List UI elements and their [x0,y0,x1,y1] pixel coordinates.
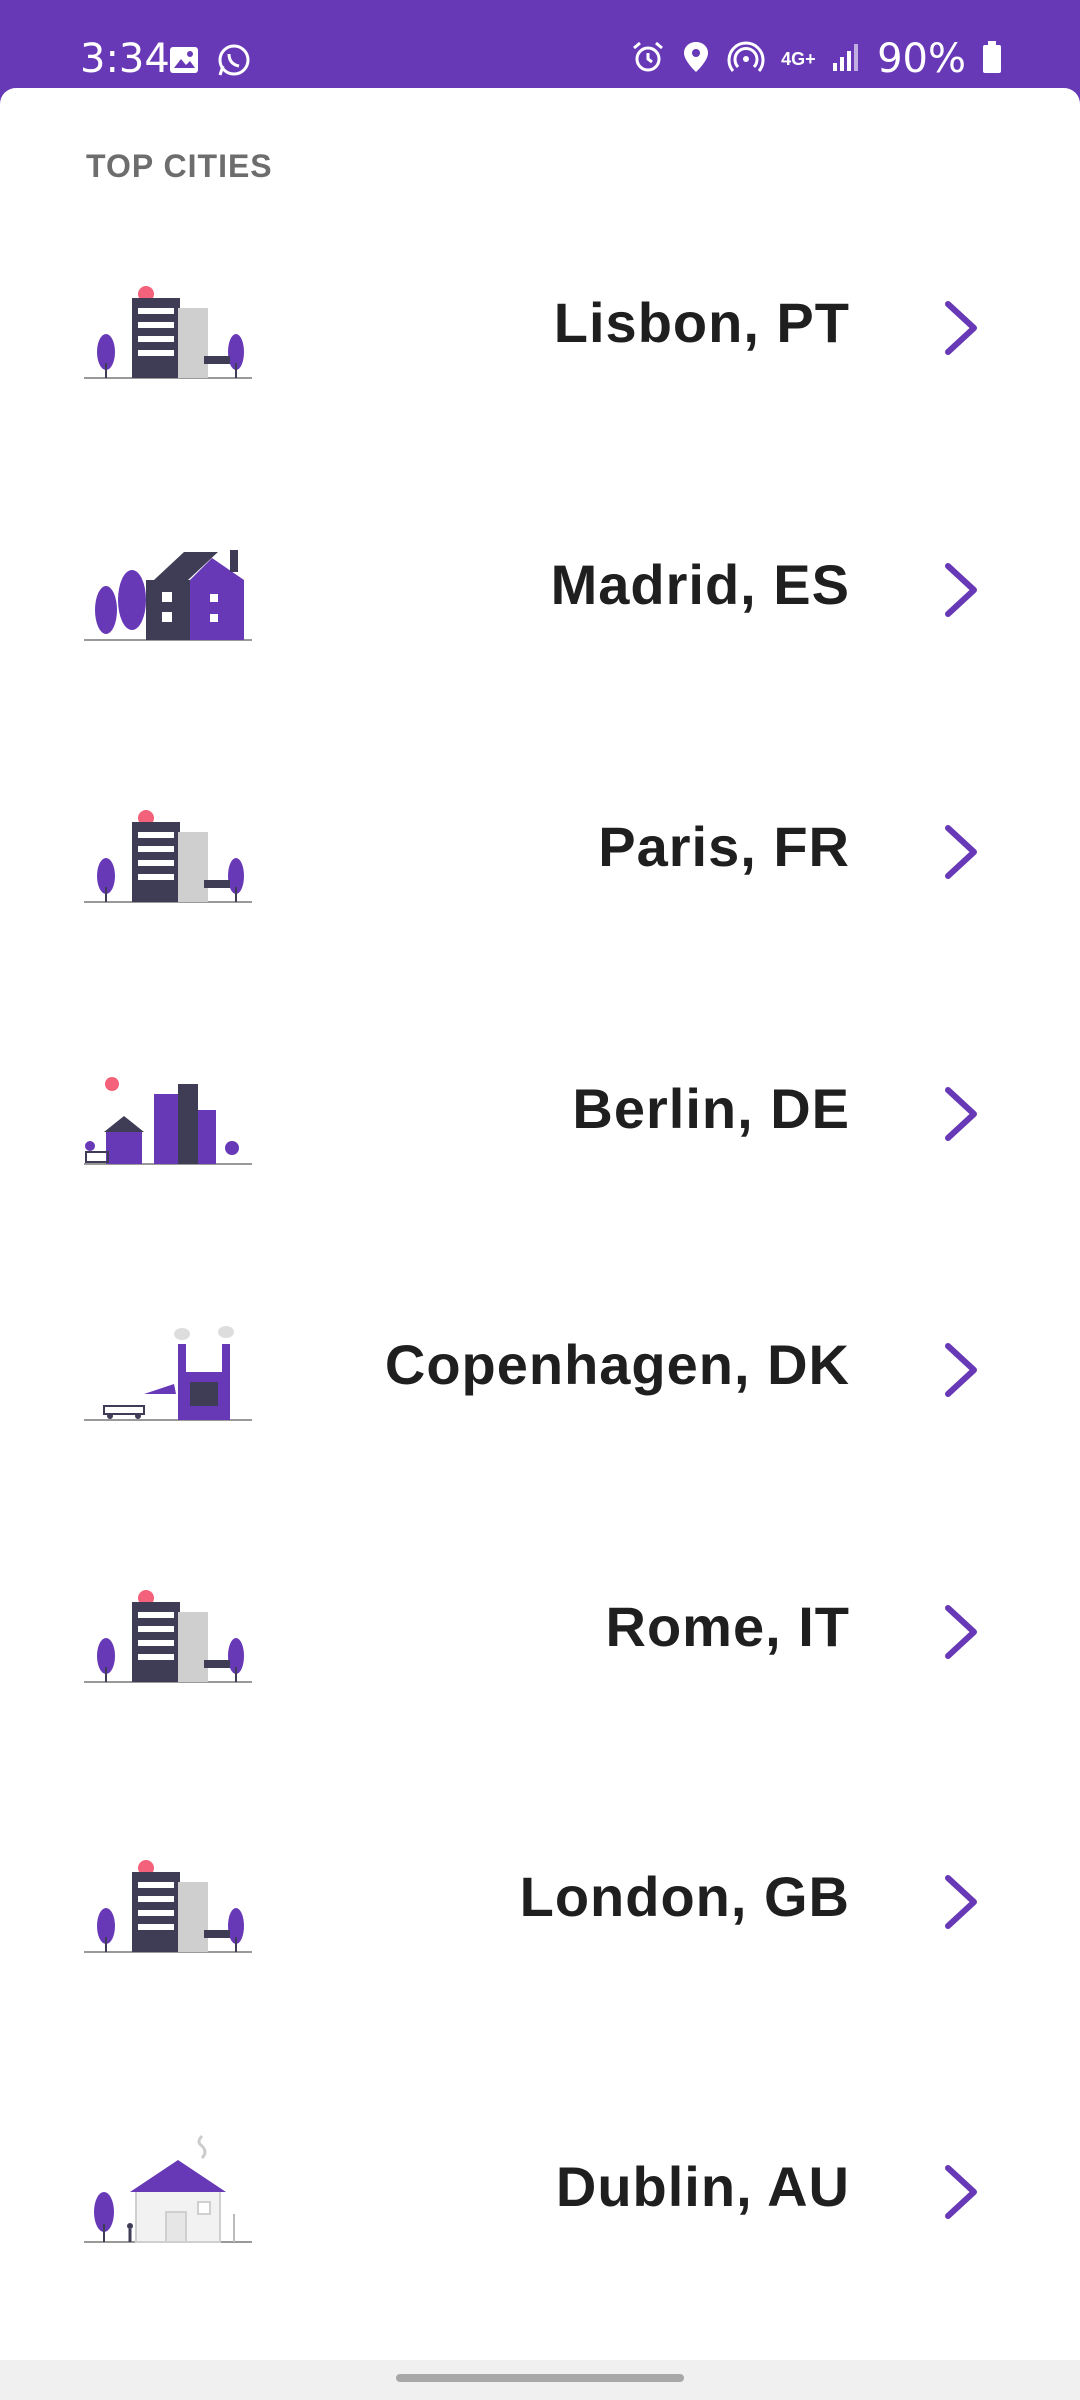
chevron-right-icon[interactable] [940,820,984,884]
navigation-bar [0,2360,1080,2400]
city-name: London, GB [519,1865,850,1928]
city-name: Rome, IT [605,1595,850,1658]
factory-illustration [84,1326,252,1421]
home-handle[interactable] [396,2374,684,2382]
city-row-dublin[interactable]: Dublin, AU [0,2092,1080,2292]
city-name: Copenhagen, DK [384,1333,850,1396]
city-row-rome[interactable]: Rome, IT [0,1532,1080,1732]
city-name: Dublin, AU [555,2155,850,2218]
signal-icon [831,41,861,78]
city-name: Lisbon, PT [553,291,850,354]
building-illustration [84,286,252,379]
chevron-right-icon[interactable] [940,1082,984,1146]
status-time: 3:34 [80,36,170,82]
network-icon: 4G+ [781,49,816,69]
location-icon [681,40,711,79]
city-name: Berlin, DE [572,1077,850,1140]
alarm-icon [631,40,665,79]
chevron-right-icon[interactable] [940,296,984,360]
building-illustration [84,810,252,903]
city-row-copenhagen[interactable]: Copenhagen, DK [0,1270,1080,1470]
city-name: Madrid, ES [550,553,850,616]
city-row-london[interactable]: London, GB [0,1802,1080,2002]
cottage-illustration [84,2134,252,2243]
city-name: Paris, FR [598,815,850,878]
city-row-lisbon[interactable]: Lisbon, PT [0,228,1080,428]
whatsapp-icon [216,42,252,83]
chevron-right-icon[interactable] [940,558,984,622]
hotspot-icon [727,40,765,79]
house-illustration [84,550,252,641]
chevron-right-icon[interactable] [940,2160,984,2224]
chevron-right-icon[interactable] [940,1338,984,1402]
city-row-madrid[interactable]: Madrid, ES [0,490,1080,690]
status-bar: 3:34 4G+ 90% [0,0,1080,88]
city-row-paris[interactable]: Paris, FR [0,752,1080,952]
gallery-icon [168,44,200,81]
chevron-right-icon[interactable] [940,1870,984,1934]
city-row-berlin[interactable]: Berlin, DE [0,1014,1080,1214]
chevron-right-icon[interactable] [940,1600,984,1664]
cities-sheet: TOP CITIES Lisbon, PT Madrid, ES Paris, … [0,88,1080,2360]
city-skyline-illustration [84,1077,252,1165]
building-illustration [84,1590,252,1683]
building-illustration [84,1860,252,1953]
battery-percent: 90% [877,36,966,82]
section-title: TOP CITIES [86,148,273,184]
battery-icon [982,40,1002,79]
